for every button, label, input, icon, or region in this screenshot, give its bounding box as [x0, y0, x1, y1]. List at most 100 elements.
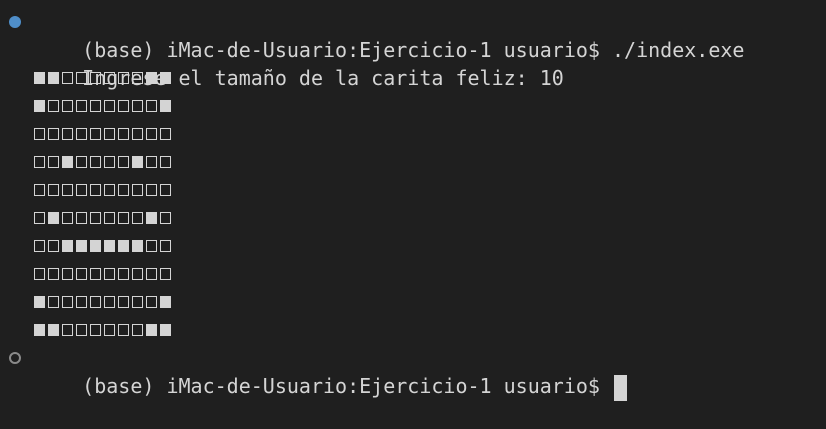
- grid-cell-empty: [160, 212, 171, 224]
- grid-cell-empty: [90, 324, 101, 336]
- grid-cell-empty: [62, 128, 73, 140]
- grid-cell-empty: [34, 184, 45, 196]
- grid-cell-empty: [160, 184, 171, 196]
- grid-cell-empty: [34, 268, 45, 280]
- grid-cell-empty: [118, 100, 129, 112]
- grid-cell-filled: [62, 240, 73, 252]
- text-cursor: [613, 374, 627, 401]
- grid-cell-empty: [48, 240, 59, 252]
- grid-cell-filled: [62, 156, 73, 168]
- grid-cell-empty: [48, 296, 59, 308]
- grid-cell-empty: [62, 184, 73, 196]
- grid-cell-empty: [104, 324, 115, 336]
- grid-cell-filled: [160, 100, 171, 112]
- grid-cell-empty: [146, 240, 157, 252]
- grid-cell-empty: [76, 212, 87, 224]
- grid-cell-empty: [146, 184, 157, 196]
- grid-cell-empty: [90, 268, 101, 280]
- grid-cell-empty: [34, 128, 45, 140]
- grid-cell-empty: [118, 156, 129, 168]
- grid-cell-empty: [132, 184, 143, 196]
- grid-cell-empty: [62, 268, 73, 280]
- grid-cell-empty: [90, 100, 101, 112]
- grid-cell-empty: [160, 240, 171, 252]
- grid-row: [0, 316, 826, 344]
- grid-cell-filled: [146, 212, 157, 224]
- command-success-dot-icon[interactable]: [9, 16, 21, 28]
- grid-cell-empty: [90, 184, 101, 196]
- grid-cell-empty: [90, 128, 101, 140]
- grid-cell-empty: [132, 212, 143, 224]
- smiley-grid: [0, 64, 826, 344]
- active-prompt-line[interactable]: (base) iMac-de-Usuario:Ejercicio-1 usuar…: [0, 344, 826, 401]
- grid-cell-empty: [62, 296, 73, 308]
- command-idle-dot-icon: [9, 352, 21, 364]
- grid-cell-empty: [118, 268, 129, 280]
- grid-row: [0, 204, 826, 232]
- grid-cell-filled: [146, 324, 157, 336]
- grid-cell-empty: [104, 128, 115, 140]
- grid-cell-filled: [118, 240, 129, 252]
- grid-row: [0, 148, 826, 176]
- grid-cell-empty: [76, 268, 87, 280]
- grid-cell-filled: [160, 296, 171, 308]
- grid-cell-empty: [160, 128, 171, 140]
- grid-cell-empty: [90, 296, 101, 308]
- grid-cell-empty: [132, 128, 143, 140]
- active-prompt-text: (base) iMac-de-Usuario:Ejercicio-1 usuar…: [82, 374, 600, 398]
- grid-cell-empty: [62, 100, 73, 112]
- grid-cell-filled: [34, 324, 45, 336]
- grid-cell-empty: [132, 296, 143, 308]
- grid-cell-empty: [132, 324, 143, 336]
- grid-cell-empty: [62, 324, 73, 336]
- grid-cell-filled: [90, 240, 101, 252]
- grid-cell-empty: [118, 128, 129, 140]
- grid-cell-empty: [146, 156, 157, 168]
- grid-cell-empty: [104, 184, 115, 196]
- grid-cell-empty: [76, 100, 87, 112]
- grid-cell-empty: [146, 128, 157, 140]
- grid-cell-empty: [62, 212, 73, 224]
- grid-row: [0, 176, 826, 204]
- grid-row: [0, 120, 826, 148]
- grid-cell-filled: [48, 324, 59, 336]
- output-line: Ingrese el tamaño de la carita feliz: 10: [0, 36, 826, 90]
- grid-cell-empty: [118, 184, 129, 196]
- grid-cell-filled: [76, 240, 87, 252]
- grid-cell-filled: [34, 296, 45, 308]
- grid-cell-filled: [48, 212, 59, 224]
- grid-cell-empty: [104, 296, 115, 308]
- grid-cell-empty: [48, 128, 59, 140]
- grid-cell-empty: [34, 156, 45, 168]
- grid-cell-empty: [132, 100, 143, 112]
- grid-cell-empty: [90, 212, 101, 224]
- grid-cell-empty: [76, 324, 87, 336]
- grid-cell-empty: [146, 100, 157, 112]
- grid-cell-empty: [90, 156, 101, 168]
- grid-cell-filled: [160, 324, 171, 336]
- grid-cell-empty: [104, 156, 115, 168]
- grid-row: [0, 260, 826, 288]
- grid-cell-empty: [104, 100, 115, 112]
- grid-row: [0, 232, 826, 260]
- terminal-panel[interactable]: (base) iMac-de-Usuario:Ejercicio-1 usuar…: [0, 0, 826, 408]
- grid-cell-empty: [118, 212, 129, 224]
- command-line: (base) iMac-de-Usuario:Ejercicio-1 usuar…: [0, 8, 826, 62]
- grid-row: [0, 288, 826, 316]
- grid-cell-empty: [34, 212, 45, 224]
- grid-cell-empty: [76, 156, 87, 168]
- grid-cell-empty: [48, 184, 59, 196]
- grid-cell-empty: [132, 268, 143, 280]
- grid-cell-empty: [104, 212, 115, 224]
- grid-cell-empty: [146, 296, 157, 308]
- grid-cell-filled: [104, 240, 115, 252]
- grid-cell-filled: [132, 156, 143, 168]
- grid-cell-empty: [34, 240, 45, 252]
- grid-cell-empty: [76, 128, 87, 140]
- grid-cell-empty: [160, 268, 171, 280]
- grid-cell-empty: [48, 156, 59, 168]
- grid-cell-filled: [132, 240, 143, 252]
- grid-cell-empty: [104, 268, 115, 280]
- grid-cell-empty: [76, 296, 87, 308]
- grid-row: [0, 92, 826, 120]
